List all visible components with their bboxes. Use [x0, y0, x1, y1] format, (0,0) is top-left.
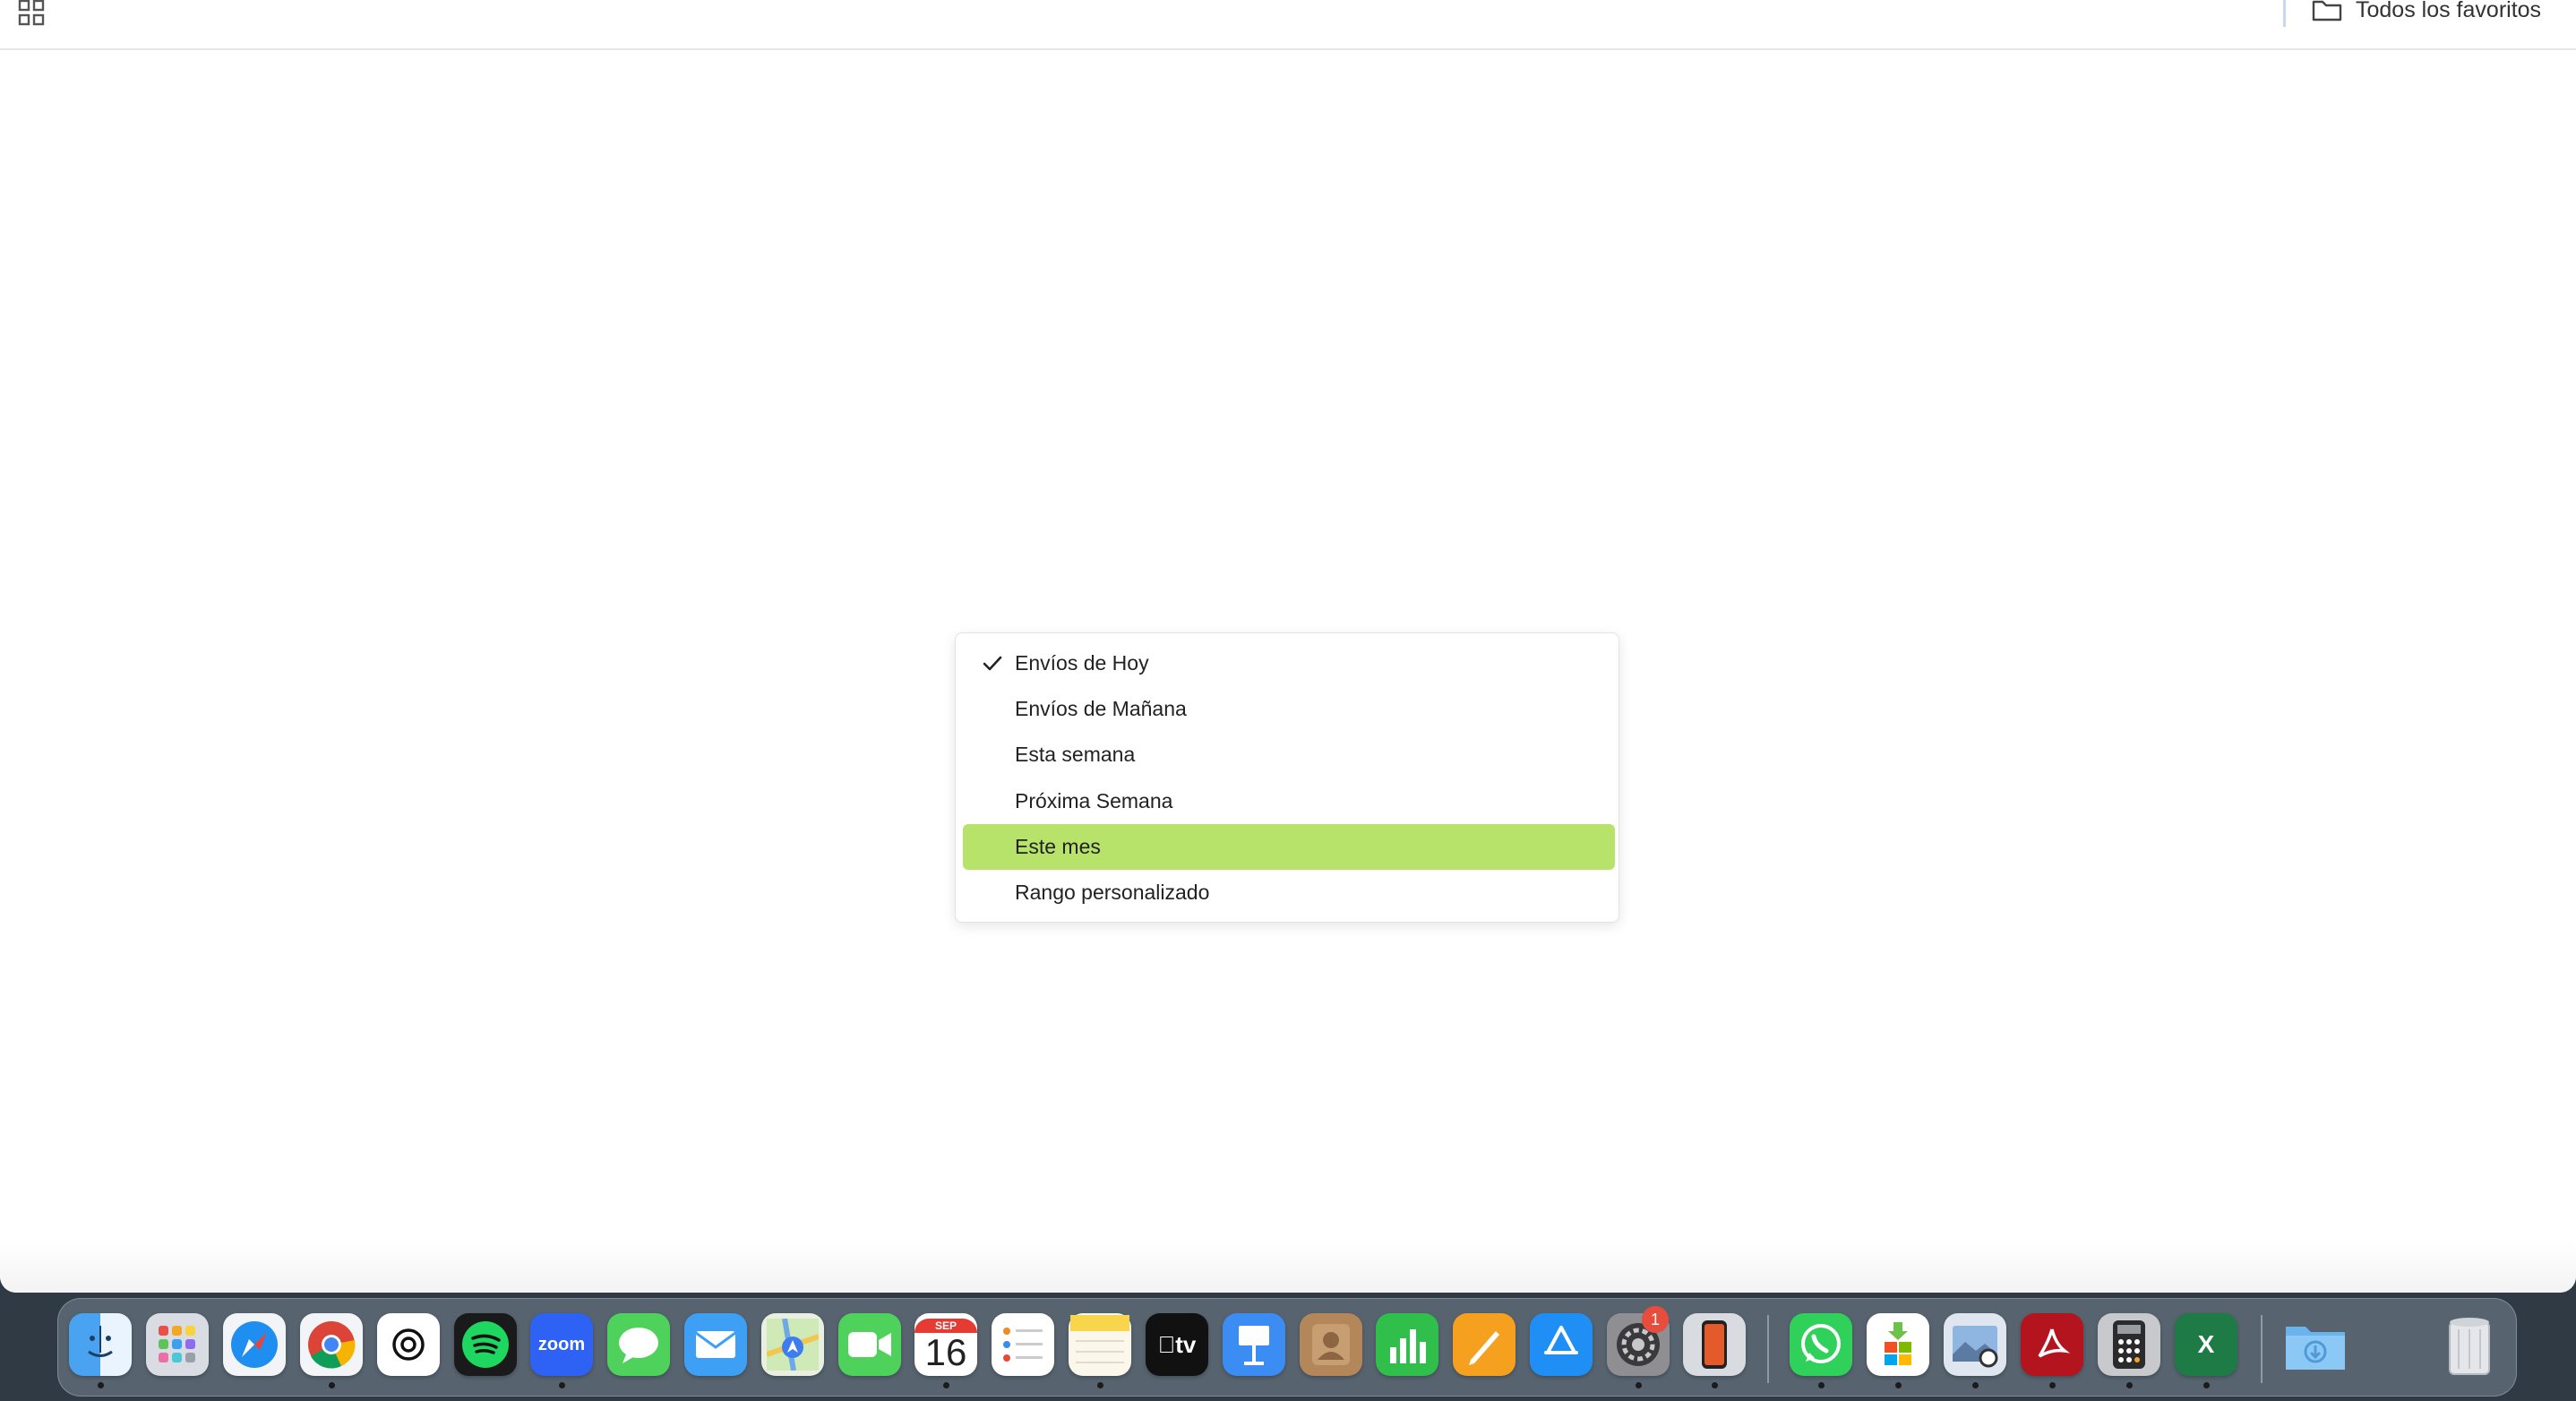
- acrobat-icon[interactable]: [2021, 1313, 2083, 1376]
- running-indicator: [559, 1382, 565, 1388]
- calendar-icon[interactable]: SEP 16: [914, 1313, 977, 1376]
- iphone-mirroring-icon[interactable]: [1683, 1313, 1746, 1376]
- folder-icon: [2312, 0, 2342, 21]
- menu-item-label: Próxima Semana: [1015, 789, 1173, 812]
- excel-label: X: [2197, 1330, 2215, 1358]
- apps-grid-icon[interactable]: [18, 0, 47, 27]
- excel-icon[interactable]: X: [2175, 1313, 2237, 1376]
- menu-item-esta-semana[interactable]: Esta semana: [963, 732, 1615, 778]
- microsoft-store-icon[interactable]: [1867, 1313, 1929, 1376]
- apple-tv-label: tv: [1166, 1330, 1196, 1358]
- messages-icon[interactable]: [607, 1313, 670, 1376]
- menu-item-envios-de-hoy[interactable]: Envíos de Hoy: [963, 640, 1615, 686]
- running-indicator: [1712, 1382, 1718, 1388]
- apple-tv-icon[interactable]: tv: [1146, 1313, 1208, 1376]
- zoom-icon[interactable]: zoom: [530, 1313, 593, 1376]
- bookmarks-divider: [2283, 0, 2286, 27]
- running-indicator: [1636, 1382, 1642, 1388]
- running-indicator: [1097, 1382, 1103, 1388]
- dock-separator: [1767, 1315, 1769, 1383]
- trash-icon[interactable]: [2438, 1313, 2501, 1376]
- notes-icon[interactable]: [1069, 1313, 1131, 1376]
- all-bookmarks-folder[interactable]: Todos los favoritos: [2311, 0, 2541, 23]
- whatsapp-icon[interactable]: [1790, 1313, 1852, 1376]
- running-indicator: [1895, 1382, 1902, 1388]
- all-bookmarks-label: Todos los favoritos: [2356, 0, 2542, 22]
- running-indicator: [98, 1382, 104, 1388]
- menu-item-label: Rango personalizado: [1015, 881, 1210, 904]
- downloads-folder-icon[interactable]: [2284, 1313, 2347, 1376]
- window-bottom-edge: [0, 1239, 2576, 1293]
- chatgpt-icon[interactable]: [377, 1313, 440, 1376]
- settings-notification-badge: 1: [1642, 1306, 1669, 1333]
- calendar-day: 16: [924, 1331, 967, 1373]
- maps-icon[interactable]: [761, 1313, 824, 1376]
- app-store-icon[interactable]: [1530, 1313, 1593, 1376]
- contacts-icon[interactable]: [1300, 1313, 1362, 1376]
- mail-icon[interactable]: [684, 1313, 747, 1376]
- facetime-icon[interactable]: [838, 1313, 901, 1376]
- menu-item-proxima-semana[interactable]: Próxima Semana: [963, 778, 1615, 824]
- checkmark-icon: [983, 656, 1002, 671]
- menu-item-label: Envíos de Mañana: [1015, 697, 1187, 720]
- menu-item-este-mes[interactable]: Este mes: [963, 824, 1615, 870]
- spotify-icon[interactable]: [454, 1313, 517, 1376]
- date-filter-dropdown-menu: Envíos de Hoy Envíos de Mañana Esta sema…: [955, 632, 1619, 923]
- menu-item-rango-personalizado[interactable]: Rango personalizado: [963, 870, 1615, 915]
- running-indicator: [2049, 1382, 2056, 1388]
- pages-icon[interactable]: [1453, 1313, 1516, 1376]
- calculator-icon[interactable]: [2098, 1313, 2160, 1376]
- zoom-label: zoom: [537, 1334, 586, 1354]
- chrome-icon[interactable]: [300, 1313, 363, 1376]
- running-indicator: [1972, 1382, 1979, 1388]
- menu-item-envios-de-manana[interactable]: Envíos de Mañana: [963, 686, 1615, 732]
- running-indicator: [2203, 1382, 2210, 1388]
- safari-icon[interactable]: [223, 1313, 286, 1376]
- preview-icon[interactable]: [1944, 1313, 2006, 1376]
- menu-item-label: Esta semana: [1015, 743, 1136, 766]
- launchpad-icon[interactable]: [146, 1313, 209, 1376]
- running-indicator: [1818, 1382, 1825, 1388]
- running-indicator: [329, 1382, 335, 1388]
- reminders-icon[interactable]: [992, 1313, 1054, 1376]
- menu-item-label: Este mes: [1015, 835, 1101, 858]
- numbers-icon[interactable]: [1376, 1313, 1438, 1376]
- menu-item-label: Envíos de Hoy: [1015, 651, 1149, 675]
- dock-separator: [2261, 1315, 2263, 1383]
- running-indicator: [943, 1382, 949, 1388]
- bookmarks-bar: Todos los favoritos: [0, 0, 2576, 50]
- keynote-icon[interactable]: [1223, 1313, 1285, 1376]
- finder-icon[interactable]: [69, 1313, 132, 1376]
- running-indicator: [2126, 1382, 2133, 1388]
- browser-window: Todos los favoritos Envíos de Hoy Envíos…: [0, 0, 2576, 1293]
